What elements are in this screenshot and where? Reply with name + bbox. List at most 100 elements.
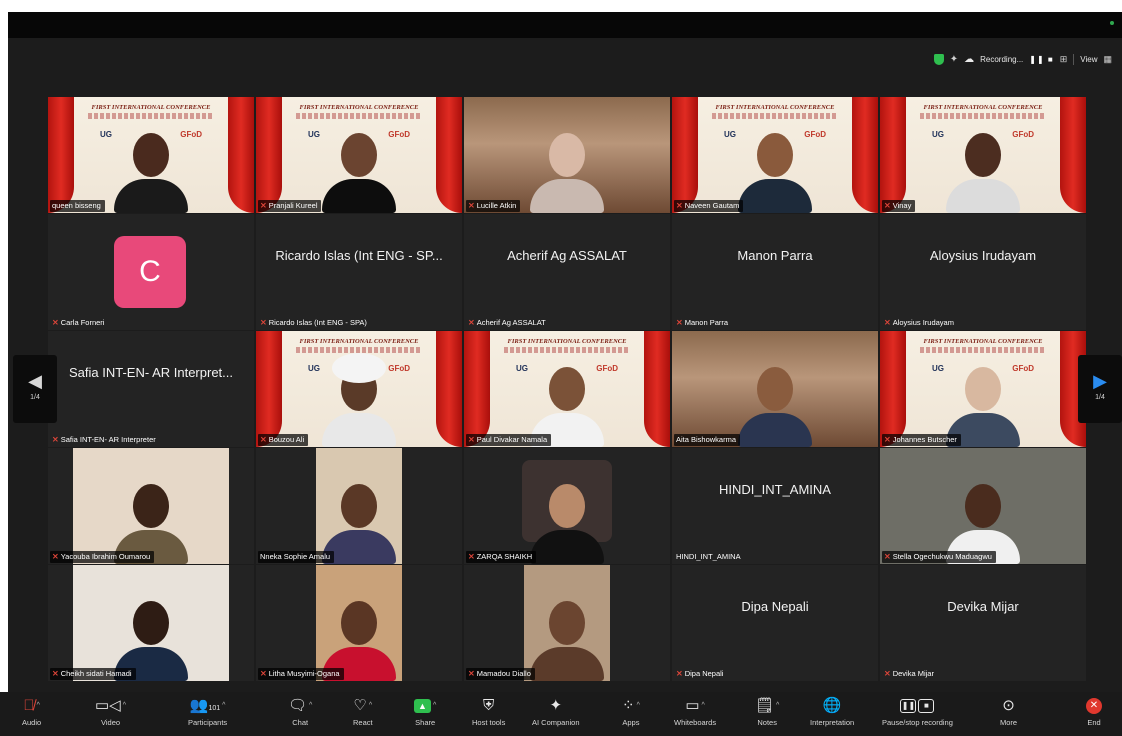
pause-icon: ❚❚	[900, 699, 917, 714]
participant-name: Lucille Atkin	[476, 201, 517, 210]
participant-tile[interactable]: HINDI_INT_AMINA HINDI_INT_AMINA	[672, 448, 878, 564]
end-button[interactable]: ✕ End	[1086, 696, 1102, 727]
participant-tile[interactable]: ⨯ Litha Musyimi-Ogana	[256, 565, 462, 681]
chat-button[interactable]: 🗨 ^ Chat	[288, 696, 312, 727]
chevron-up-icon[interactable]: ^	[369, 702, 372, 709]
participant-name-tag: ⨯ Lucille Atkin	[466, 200, 521, 212]
participant-tile[interactable]: Aloysius Irudayam ⨯ Aloysius Irudayam	[880, 214, 1086, 330]
curtain-right	[436, 331, 462, 447]
participant-tile[interactable]: Aita Bishowkarma	[672, 331, 878, 447]
participant-name-tag: ⨯ Cheikh sidati Hamadi	[50, 668, 136, 680]
curtain-right	[228, 97, 254, 213]
participant-video	[522, 117, 612, 213]
participant-name: Ricardo Islas (Int ENG - SPA)	[268, 318, 367, 327]
participant-tile[interactable]: FIRST INTERNATIONAL CONFERENCE UG GFoD ⨯ Pau…	[464, 331, 670, 447]
curtain-left	[256, 331, 282, 447]
participant-head	[965, 133, 1001, 177]
participant-tile[interactable]: FIRST INTERNATIONAL CONFERENCE UG GFoD ⨯ Bou…	[256, 331, 462, 447]
more-button[interactable]: ⊙ More	[1000, 696, 1017, 727]
ai-companion-button[interactable]: ✦ AI Companion	[532, 696, 580, 727]
more-icon: ⊙	[1002, 697, 1015, 714]
participant-tile[interactable]: Dipa Nepali ⨯ Dipa Nepali	[672, 565, 878, 681]
mic-muted-icon: ⨯	[468, 669, 475, 678]
participant-name: Pranjali Kureel	[268, 201, 318, 210]
meeting-toolbar: 🎙̸ ^ Audio ▭◁ ^ Video 👥101 ^ Participants 🗨…	[0, 692, 1122, 736]
participant-name-tag: ⨯ Ricardo Islas (Int ENG - SPA)	[258, 317, 371, 329]
participant-head	[341, 484, 377, 528]
chevron-right-icon: ▶	[1093, 371, 1107, 391]
participant-tile[interactable]: Devika Mijar ⨯ Devika Mijar	[880, 565, 1086, 681]
view-grid-icon[interactable]: ▦	[1103, 54, 1112, 65]
participant-display-name: Safia INT-EN- AR Interpret...	[69, 365, 233, 380]
globe-icon: 🌐	[822, 697, 842, 714]
participant-tile[interactable]: C ⨯ Carla Forneri	[48, 214, 254, 330]
prev-page-button[interactable]: ◀ 1/4	[13, 355, 57, 423]
participant-video	[106, 468, 196, 564]
participant-tile[interactable]: ⨯ Lucille Atkin	[464, 97, 670, 213]
mic-muted-icon: ⨯	[260, 318, 267, 327]
participant-name-tag: ⨯ Yacouba Ibrahim Oumarou	[50, 551, 155, 563]
share-button[interactable]: ▲ ^ Share	[414, 696, 436, 727]
participant-tile[interactable]: ⨯ ZARQA SHAIKH	[464, 448, 670, 564]
page-indicator-left: 1/4	[30, 394, 40, 401]
chevron-up-icon[interactable]: ^	[776, 702, 779, 709]
react-button[interactable]: ♡ ^ React	[353, 696, 373, 727]
banner-title: FIRST INTERNATIONAL CONFERENCE	[91, 104, 211, 111]
participant-tile[interactable]: FIRST INTERNATIONAL CONFERENCE UG GFoD ⨯ Nav…	[672, 97, 878, 213]
pause-recording-button[interactable]: ❚❚ ■ Pause/stop recording	[882, 696, 953, 727]
chevron-up-icon[interactable]: ^	[309, 702, 312, 709]
chat-label: Chat	[292, 718, 309, 727]
video-button[interactable]: ▭◁ ^ Video	[95, 696, 126, 727]
participant-tile[interactable]: Nneka Sophie Amalu	[256, 448, 462, 564]
notes-button[interactable]: 🗒 ^ Notes	[755, 696, 779, 727]
participant-tile[interactable]: ⨯ Stella Ogechukwu Maduagwu	[880, 448, 1086, 564]
status-dot	[1110, 21, 1114, 25]
participant-tile[interactable]: Manon Parra ⨯ Manon Parra	[672, 214, 878, 330]
participant-tile[interactable]: ⨯ Cheikh sidati Hamadi	[48, 565, 254, 681]
ai-sparkle-icon[interactable]: ✦	[950, 54, 958, 65]
participant-video	[522, 351, 612, 447]
recording-pause-stop-icon[interactable]: ❚❚ ■	[1029, 55, 1053, 64]
curtain-left	[880, 97, 906, 213]
chevron-up-icon[interactable]: ^	[123, 702, 126, 709]
security-shield-icon[interactable]	[933, 53, 944, 65]
participant-tile[interactable]: FIRST INTERNATIONAL CONFERENCE UG GFoD ⨯ Joh…	[880, 331, 1086, 447]
participant-name-tag: ⨯ Devika Mijar	[882, 668, 938, 680]
interpretation-button[interactable]: 🌐 Interpretation	[810, 696, 854, 727]
next-page-button[interactable]: ▶ 1/4	[1078, 355, 1122, 423]
participant-tile[interactable]: Ricardo Islas (Int ENG - SP... ⨯ Ricardo I…	[256, 214, 462, 330]
participant-name: Mamadou Diallo	[476, 669, 531, 678]
participant-video	[938, 351, 1028, 447]
turban	[332, 353, 386, 383]
participant-tile[interactable]: ⨯ Mamadou Diallo	[464, 565, 670, 681]
participants-icon: 👥	[189, 697, 209, 714]
participant-name-tag: ⨯ Acherif Ag ASSALAT	[466, 317, 550, 329]
participant-body	[114, 179, 188, 213]
participant-name-tag: ⨯ Safia INT-EN- AR Interpreter	[50, 434, 160, 446]
participant-tile[interactable]: FIRST INTERNATIONAL CONFERENCE UG GFoD quee…	[48, 97, 254, 213]
participants-button[interactable]: 👥101 ^ Participants	[188, 696, 227, 727]
participant-tile[interactable]: FIRST INTERNATIONAL CONFERENCE UG GFoD ⨯ Pra…	[256, 97, 462, 213]
chevron-up-icon[interactable]: ^	[702, 702, 705, 709]
host-tools-button[interactable]: ⛨ Host tools	[472, 696, 505, 727]
participant-body	[738, 413, 812, 447]
gallery-grid-icon[interactable]: ⊞	[1060, 54, 1068, 65]
participant-name-tag: ⨯ Bouzou Ali	[258, 434, 309, 446]
participant-tile[interactable]: Acherif Ag ASSALAT ⨯ Acherif Ag ASSALAT	[464, 214, 670, 330]
view-button[interactable]: View	[1080, 55, 1097, 64]
participant-video	[938, 117, 1028, 213]
mic-muted-icon: ⨯	[260, 201, 267, 210]
divider	[1073, 53, 1075, 65]
chevron-up-icon[interactable]: ^	[433, 702, 436, 709]
participant-tile[interactable]: FIRST INTERNATIONAL CONFERENCE UG GFoD ⨯ Vin…	[880, 97, 1086, 213]
participant-tile[interactable]: ⨯ Yacouba Ibrahim Oumarou	[48, 448, 254, 564]
whiteboards-button[interactable]: ▭ ^ Whiteboards	[674, 696, 716, 727]
participant-tile[interactable]: Safia INT-EN- AR Interpret... ⨯ Safia INT-…	[48, 331, 254, 447]
apps-button[interactable]: ⁘ ^ Apps	[622, 696, 640, 727]
participant-video	[314, 585, 404, 681]
chevron-up-icon[interactable]: ^	[37, 702, 40, 709]
recording-label: Recording...	[980, 54, 1024, 64]
chevron-up-icon[interactable]: ^	[637, 702, 640, 709]
audio-button[interactable]: 🎙̸ ^ Audio	[22, 696, 41, 727]
chevron-up-icon[interactable]: ^	[222, 702, 225, 709]
